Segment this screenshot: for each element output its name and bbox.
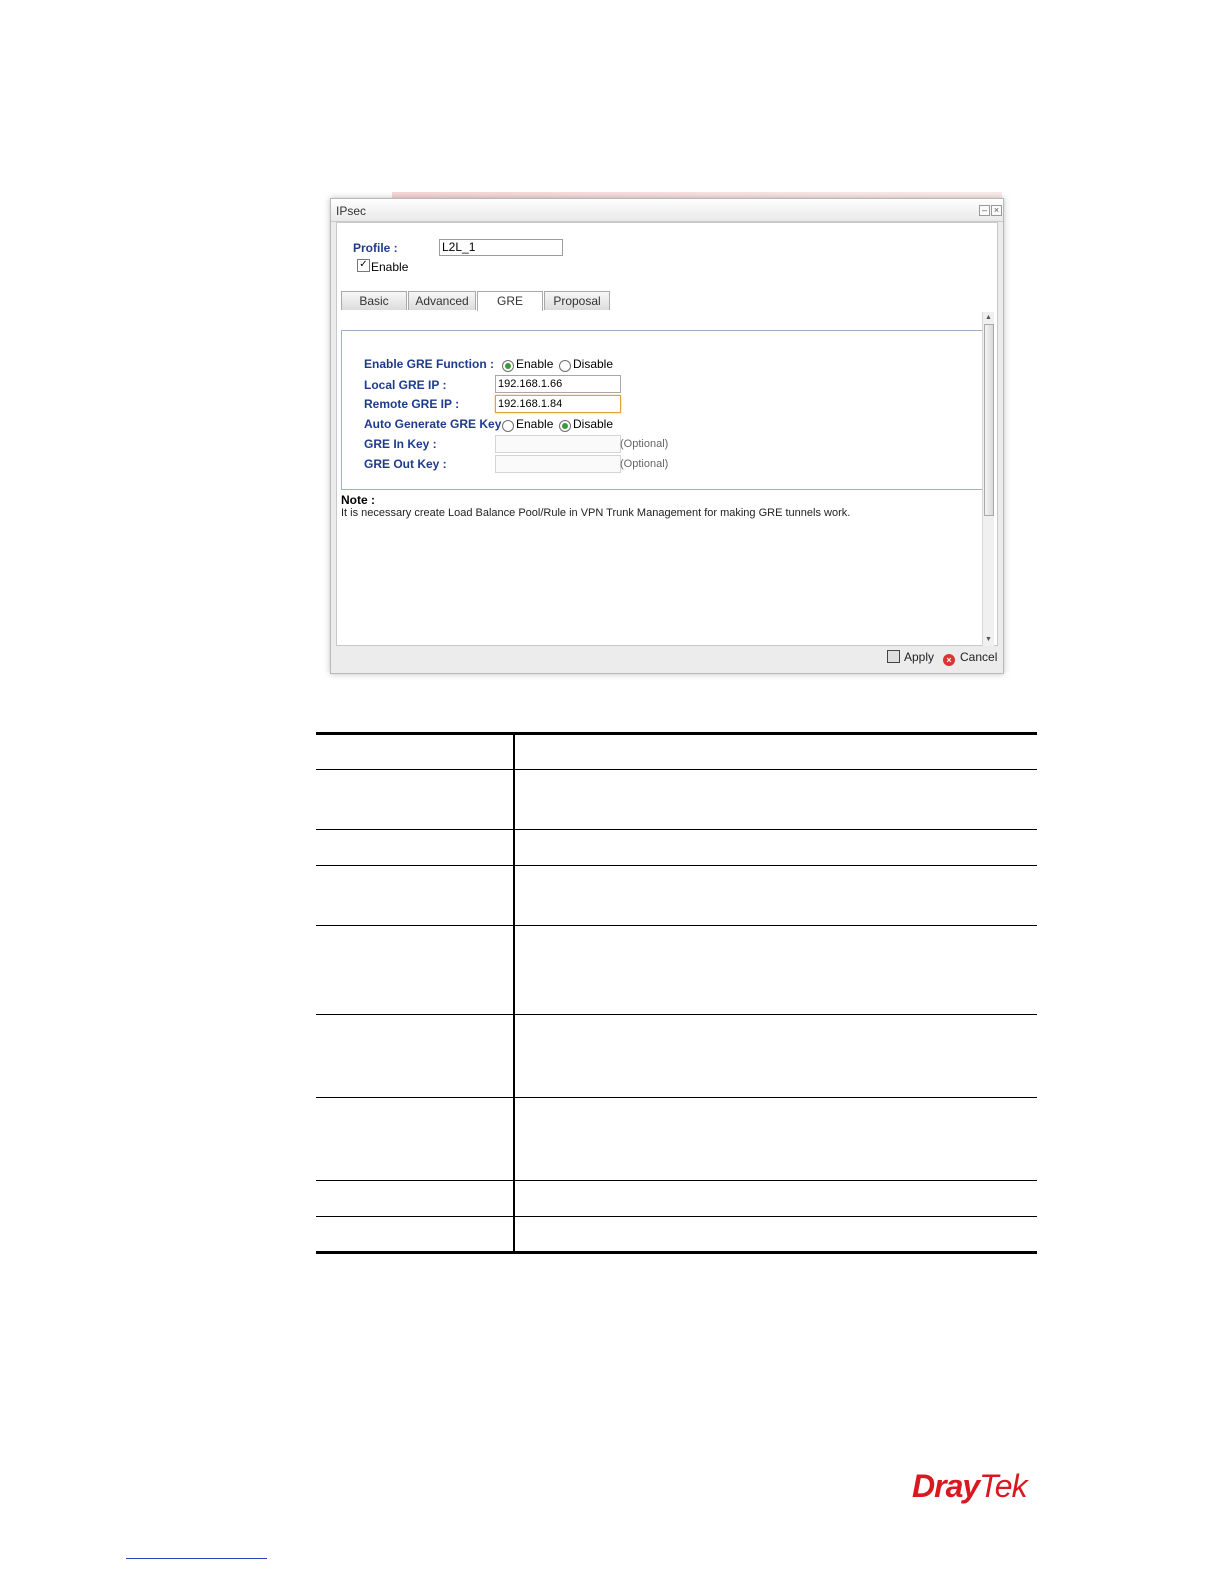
draytek-logo: DrayTek <box>912 1468 1028 1504</box>
apply-button[interactable]: Apply <box>887 650 934 664</box>
scroll-thumb[interactable] <box>984 324 994 516</box>
panel-scrollbar[interactable]: ▲ ▼ <box>982 312 994 646</box>
gre-settings-box: Enable GRE Function : Enable Disable Loc… <box>341 330 984 490</box>
auto-key-enable-option-label: Enable <box>516 417 554 431</box>
table-top-border <box>316 732 1037 735</box>
dialog-titlebar: IPsec – × <box>331 199 1003 222</box>
description-table <box>316 732 1037 1254</box>
auto-gre-key-label: Auto Generate GRE Key : <box>364 417 509 431</box>
gre-in-key-input[interactable] <box>495 435 621 453</box>
auto-key-disable-radio[interactable] <box>559 420 571 432</box>
table-column-divider <box>513 732 515 1254</box>
tab-proposal[interactable]: Proposal <box>544 291 610 310</box>
table-row-divider <box>316 769 1037 770</box>
table-row-divider <box>316 1216 1037 1217</box>
gre-disable-option-label: Disable <box>573 357 614 371</box>
minimize-icon[interactable]: – <box>979 205 990 216</box>
table-bottom-border <box>316 1251 1037 1254</box>
table-row-divider <box>316 865 1037 866</box>
local-gre-ip-label: Local GRE IP : <box>364 378 447 392</box>
dialog-body: Profile : ✓ Enable Basic Advanced GRE Pr… <box>336 222 998 646</box>
cancel-button[interactable]: × Cancel <box>943 650 997 666</box>
auto-key-enable-radio[interactable] <box>502 420 514 432</box>
table-row-divider <box>316 1097 1037 1098</box>
dialog-title: IPsec <box>336 204 367 218</box>
auto-key-disable-option-label: Disable <box>573 417 614 431</box>
save-icon <box>887 650 900 663</box>
profile-enable-label: Enable <box>371 260 409 274</box>
enable-gre-label: Enable GRE Function : <box>364 357 495 371</box>
scroll-down-icon[interactable]: ▼ <box>984 635 993 644</box>
local-gre-ip-input[interactable] <box>495 375 621 393</box>
profile-label: Profile : <box>353 241 398 255</box>
gre-in-key-optional-hint: (Optional) <box>620 438 669 450</box>
tab-gre[interactable]: GRE <box>477 291 543 311</box>
footer-link-underline[interactable] <box>126 1558 267 1559</box>
gre-enable-option-label: Enable <box>516 357 554 371</box>
table-row-divider <box>316 1180 1037 1181</box>
note-title: Note : <box>341 493 375 507</box>
gre-enable-radio[interactable] <box>502 360 514 372</box>
remote-gre-ip-label: Remote GRE IP : <box>364 397 460 411</box>
gre-out-key-input[interactable] <box>495 455 621 473</box>
table-row-divider <box>316 1014 1037 1015</box>
cancel-button-label: Cancel <box>960 650 998 664</box>
table-row-divider <box>316 925 1037 926</box>
tab-basic[interactable]: Basic <box>341 291 407 310</box>
gre-disable-radio[interactable] <box>559 360 571 372</box>
note-text: It is necessary create Load Balance Pool… <box>341 507 851 519</box>
table-row-divider <box>316 829 1037 830</box>
tab-advanced[interactable]: Advanced <box>408 291 476 310</box>
close-icon[interactable]: × <box>991 205 1002 216</box>
cancel-icon: × <box>943 654 955 666</box>
remote-gre-ip-input[interactable] <box>495 395 621 413</box>
profile-enable-checkbox[interactable]: ✓ <box>357 259 370 272</box>
scroll-up-icon[interactable]: ▲ <box>984 313 993 322</box>
profile-name-input[interactable] <box>439 239 563 256</box>
gre-tab-panel: Enable GRE Function : Enable Disable Loc… <box>337 311 987 645</box>
gre-out-key-label: GRE Out Key : <box>364 457 447 471</box>
ipsec-dialog: IPsec – × Profile : ✓ Enable Basic Advan… <box>330 198 1004 674</box>
gre-out-key-optional-hint: (Optional) <box>620 458 669 470</box>
dialog-footer: Apply × Cancel <box>331 646 1003 673</box>
gre-in-key-label: GRE In Key : <box>364 437 437 451</box>
apply-button-label: Apply <box>904 650 935 664</box>
